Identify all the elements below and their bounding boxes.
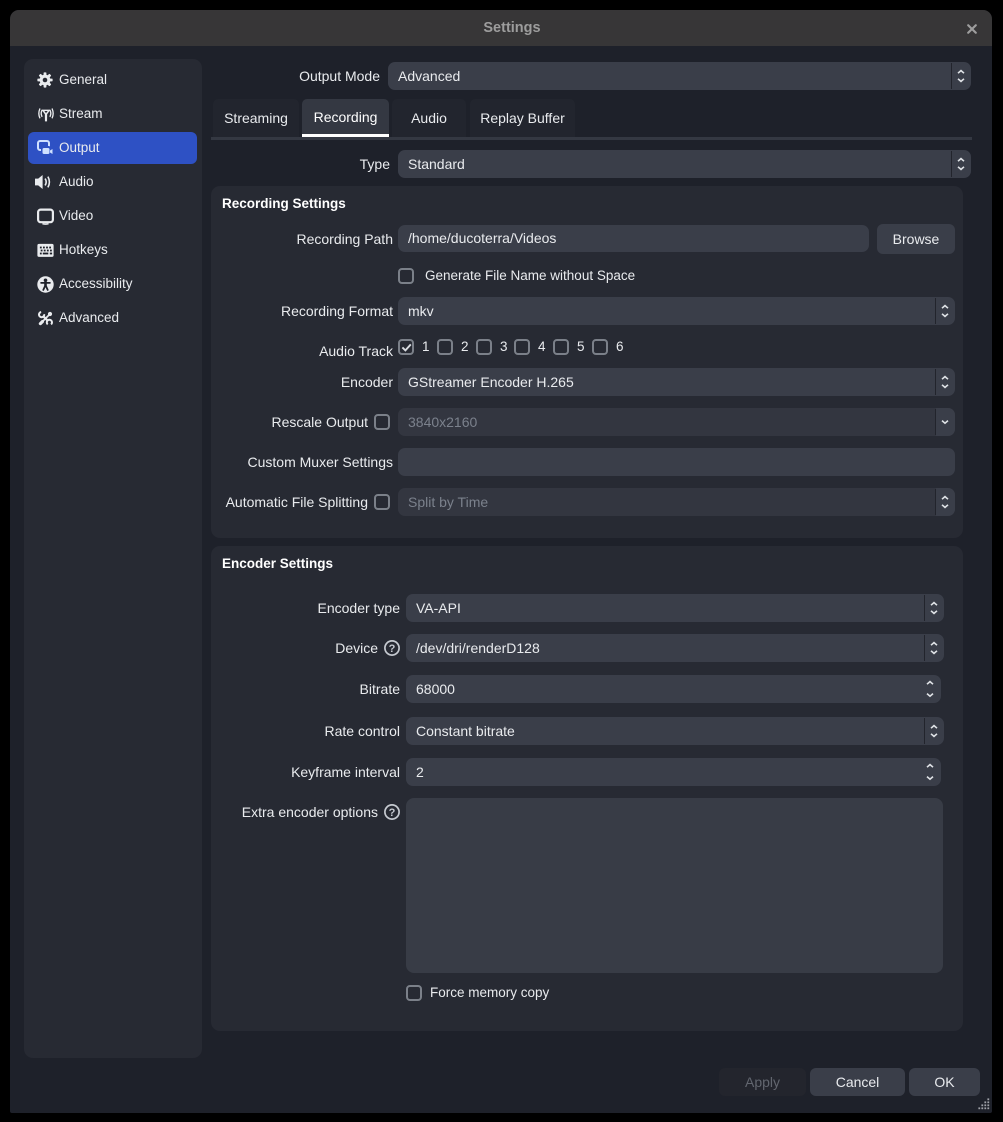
svg-text:?: ? — [389, 807, 396, 819]
svg-text:?: ? — [389, 643, 396, 655]
